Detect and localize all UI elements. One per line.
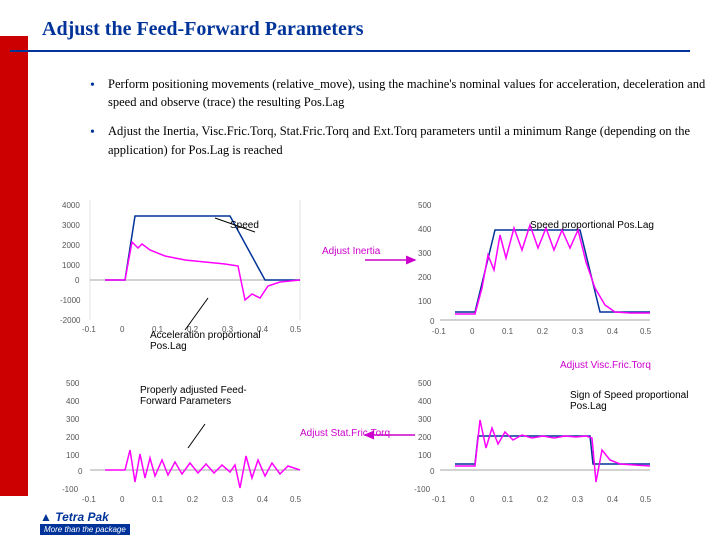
label-accel-lag: Acceleration proportional Pos.Lag bbox=[150, 330, 300, 352]
svg-text:1000: 1000 bbox=[62, 261, 80, 270]
svg-text:0: 0 bbox=[120, 325, 125, 334]
title-underline bbox=[10, 50, 690, 52]
svg-text:0.5: 0.5 bbox=[640, 327, 652, 336]
logo-tagline: More than the package bbox=[40, 524, 130, 535]
svg-text:400: 400 bbox=[418, 225, 432, 234]
svg-text:0: 0 bbox=[120, 495, 125, 504]
bullet-list: Perform positioning movements (relative_… bbox=[50, 75, 720, 170]
label-adjust-stat: Adjust Stat.Fric.Torq bbox=[300, 428, 390, 439]
svg-text:0.4: 0.4 bbox=[607, 495, 619, 504]
svg-text:200: 200 bbox=[418, 433, 432, 442]
svg-text:500: 500 bbox=[418, 201, 432, 210]
svg-text:0.4: 0.4 bbox=[607, 327, 619, 336]
svg-text:-100: -100 bbox=[62, 485, 79, 494]
svg-text:400: 400 bbox=[418, 397, 432, 406]
svg-text:0.5: 0.5 bbox=[290, 495, 302, 504]
svg-text:0: 0 bbox=[470, 495, 475, 504]
charts-svg: 40003000200010000-1000-2000 -0.100.10.20… bbox=[40, 190, 700, 510]
svg-text:400: 400 bbox=[66, 397, 80, 406]
label-properly: Properly adjusted Feed-Forward Parameter… bbox=[140, 385, 250, 407]
logo-brand: Tetra Pak bbox=[55, 510, 109, 524]
label-sign-speed: Sign of Speed proportional Pos.Lag bbox=[570, 390, 700, 412]
svg-text:0.5: 0.5 bbox=[640, 495, 652, 504]
svg-text:-2000: -2000 bbox=[60, 316, 81, 325]
logo: ▲ Tetra Pak More than the package bbox=[40, 510, 130, 534]
svg-text:-0.1: -0.1 bbox=[82, 495, 96, 504]
svg-text:500: 500 bbox=[66, 379, 80, 388]
svg-text:0: 0 bbox=[75, 276, 80, 285]
svg-text:-0.1: -0.1 bbox=[432, 495, 446, 504]
bullet-item: Perform positioning movements (relative_… bbox=[90, 75, 720, 113]
svg-text:0: 0 bbox=[470, 327, 475, 336]
svg-text:200: 200 bbox=[66, 433, 80, 442]
svg-text:2000: 2000 bbox=[62, 241, 80, 250]
label-adjust-inertia: Adjust Inertia bbox=[322, 246, 380, 257]
label-adjust-visc: Adjust Visc.Fric.Torq bbox=[560, 360, 651, 371]
svg-text:200: 200 bbox=[418, 273, 432, 282]
svg-text:-100: -100 bbox=[414, 485, 431, 494]
svg-text:4000: 4000 bbox=[62, 201, 80, 210]
svg-text:0.2: 0.2 bbox=[537, 327, 549, 336]
svg-text:0.3: 0.3 bbox=[572, 327, 584, 336]
svg-text:100: 100 bbox=[418, 297, 432, 306]
accent-bar bbox=[0, 36, 28, 496]
svg-text:3000: 3000 bbox=[62, 221, 80, 230]
svg-text:-0.1: -0.1 bbox=[82, 325, 96, 334]
svg-text:0.2: 0.2 bbox=[537, 495, 549, 504]
page-title: Adjust the Feed-Forward Parameters bbox=[42, 18, 364, 41]
svg-text:100: 100 bbox=[418, 451, 432, 460]
label-speed: Speed bbox=[230, 220, 259, 231]
label-speed-prop: Speed proportional Pos.Lag bbox=[530, 220, 654, 231]
svg-text:0.2: 0.2 bbox=[187, 495, 199, 504]
svg-text:0.1: 0.1 bbox=[502, 495, 514, 504]
svg-text:0.3: 0.3 bbox=[572, 495, 584, 504]
svg-text:-1000: -1000 bbox=[60, 296, 81, 305]
svg-text:500: 500 bbox=[418, 379, 432, 388]
svg-text:300: 300 bbox=[418, 415, 432, 424]
bullet-item: Adjust the Inertia, Visc.Fric.Torq, Stat… bbox=[90, 122, 720, 160]
svg-text:0.3: 0.3 bbox=[222, 495, 234, 504]
svg-text:-0.1: -0.1 bbox=[432, 327, 446, 336]
svg-text:300: 300 bbox=[66, 415, 80, 424]
svg-text:0.4: 0.4 bbox=[257, 495, 269, 504]
svg-text:300: 300 bbox=[418, 249, 432, 258]
svg-text:100: 100 bbox=[66, 451, 80, 460]
svg-text:0: 0 bbox=[430, 317, 435, 326]
svg-text:0: 0 bbox=[430, 467, 435, 476]
svg-text:0: 0 bbox=[78, 467, 83, 476]
svg-text:0.1: 0.1 bbox=[152, 495, 164, 504]
svg-text:0.1: 0.1 bbox=[502, 327, 514, 336]
